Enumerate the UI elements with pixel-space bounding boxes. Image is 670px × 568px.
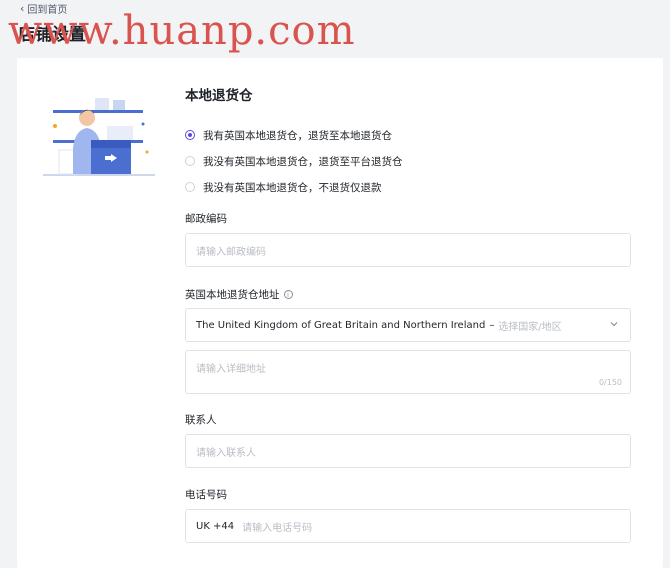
character-counter: 0/150 bbox=[598, 378, 622, 387]
radio-label: 我没有英国本地退货仓，退货至平台退货仓 bbox=[203, 155, 403, 168]
address-label: 英国本地退货仓地址 i bbox=[185, 287, 293, 302]
phone-input[interactable]: UK +44 请输入电话号码 bbox=[185, 509, 631, 543]
country-separator: – bbox=[489, 319, 495, 331]
back-link-label: 回到首页 bbox=[27, 5, 68, 16]
back-to-home-link[interactable]: ‹ 回到首页 bbox=[20, 1, 68, 17]
page-title: 店铺设置 bbox=[18, 25, 86, 45]
contact-placeholder: 请输入联系人 bbox=[196, 447, 256, 459]
postcode-input[interactable]: 请输入邮政编码 bbox=[185, 233, 631, 267]
contact-label: 联系人 bbox=[185, 412, 217, 427]
postcode-label: 邮政编码 bbox=[185, 211, 227, 226]
contact-input[interactable]: 请输入联系人 bbox=[185, 434, 631, 468]
radio-unchecked-icon[interactable] bbox=[185, 156, 195, 166]
radio-checked-icon[interactable] bbox=[185, 130, 195, 140]
postcode-placeholder: 请输入邮政编码 bbox=[196, 246, 266, 258]
country-select[interactable]: The United Kingdom of Great Britain and … bbox=[185, 308, 631, 342]
return-option-refund-only[interactable]: 我没有英国本地退货仓，不退货仅退款 bbox=[185, 174, 403, 200]
return-option-platform[interactable]: 我没有英国本地退货仓，退货至平台退货仓 bbox=[185, 148, 403, 174]
radio-unchecked-icon[interactable] bbox=[185, 182, 195, 192]
return-warehouse-illustration bbox=[43, 98, 155, 176]
phone-label-text: 电话号码 bbox=[185, 489, 227, 501]
detail-address-textarea[interactable]: 请输入详细地址 0/150 bbox=[185, 350, 631, 394]
phone-country-prefix[interactable]: UK +44 bbox=[196, 521, 234, 532]
contact-label-text: 联系人 bbox=[185, 414, 217, 426]
country-value: The United Kingdom of Great Britain and … bbox=[196, 319, 486, 331]
info-circle-icon[interactable]: i bbox=[283, 290, 293, 299]
country-hint: 选择国家/地区 bbox=[498, 321, 562, 333]
settings-card: 本地退货仓 我有英国本地退货仓，退货至本地退货仓 我没有英国本地退货仓，退货至平… bbox=[17, 58, 663, 568]
detail-address-placeholder: 请输入详细地址 bbox=[196, 364, 266, 375]
radio-label: 我没有英国本地退货仓，不退货仅退款 bbox=[203, 181, 382, 194]
return-option-local[interactable]: 我有英国本地退货仓，退货至本地退货仓 bbox=[185, 122, 403, 148]
phone-label: 电话号码 bbox=[185, 487, 227, 502]
phone-placeholder: 请输入电话号码 bbox=[242, 522, 313, 534]
address-label-text: 英国本地退货仓地址 bbox=[185, 289, 280, 301]
chevron-left-icon: ‹ bbox=[20, 1, 25, 15]
postcode-label-text: 邮政编码 bbox=[185, 213, 227, 225]
return-option-group: 我有英国本地退货仓，退货至本地退货仓 我没有英国本地退货仓，退货至平台退货仓 我… bbox=[185, 122, 403, 200]
section-title: 本地退货仓 bbox=[185, 88, 253, 104]
chevron-down-icon[interactable] bbox=[610, 320, 618, 328]
radio-label: 我有英国本地退货仓，退货至本地退货仓 bbox=[203, 129, 392, 142]
